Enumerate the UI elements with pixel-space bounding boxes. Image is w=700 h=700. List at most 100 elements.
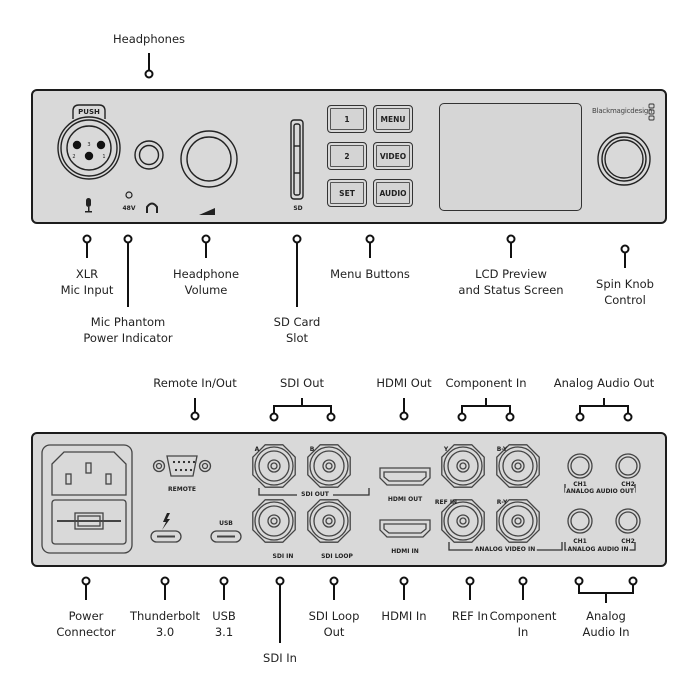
front-panel: PUSH 2 3 1 48V SD 1 MENU 2 VIDEO SET AUD… xyxy=(31,89,667,224)
label-component-in-top: Component In xyxy=(445,376,527,390)
callout-power-line xyxy=(81,576,91,600)
callout-refin-line xyxy=(465,576,475,600)
headphones-icon xyxy=(146,202,158,213)
ch2-in-label: CH2 xyxy=(621,538,635,545)
ch1-out-label: CH1 xyxy=(573,481,587,488)
sdi-in-bnc xyxy=(252,499,296,543)
ch2-out-label: CH2 xyxy=(621,481,635,488)
usb-label: USB xyxy=(219,520,233,527)
sdi-b-label: B xyxy=(309,446,315,453)
xlr-pin-label: 2 xyxy=(72,154,76,160)
button-set[interactable]: SET xyxy=(327,179,367,207)
label-sdi-in: SDI In xyxy=(263,651,297,665)
label-spin-knob: Spin Knob Control xyxy=(596,276,654,308)
headphone-volume-knob xyxy=(180,130,238,188)
callout-menu-line xyxy=(365,234,375,258)
analog-out-ch2-jack xyxy=(615,453,641,479)
label-line: Volume xyxy=(184,283,228,297)
hdmi-out-port xyxy=(379,467,431,486)
remote-db9-connector xyxy=(152,455,212,477)
label-remote: Remote In/Out xyxy=(153,376,237,390)
hdmi-in-port xyxy=(379,519,431,538)
button-1[interactable]: 1 xyxy=(327,105,367,133)
volume-ramp-icon xyxy=(199,208,215,215)
sd-label: SD xyxy=(293,205,303,212)
label-line: 3.0 xyxy=(155,625,175,639)
label-lcd-screen: LCD Preview and Status Screen xyxy=(458,266,563,298)
label-line: SDI Loop xyxy=(308,609,360,623)
label-line: LCD Preview xyxy=(475,267,547,281)
label-line: and Status Screen xyxy=(458,283,564,297)
callout-headphones-line xyxy=(144,53,154,79)
label-headphone-volume: Headphone Volume xyxy=(173,266,239,298)
hdmi-in-label: HDMI IN xyxy=(391,548,419,555)
ry-label: R-Y xyxy=(496,499,508,506)
label-component-in: Component In xyxy=(490,608,557,640)
label-thunderbolt: Thunderbolt 3.0 xyxy=(130,608,200,640)
ref-in-bnc xyxy=(441,499,485,543)
label-line: Spin Knob xyxy=(596,277,654,291)
label-line: In xyxy=(517,625,529,639)
microphone-icon xyxy=(85,198,92,213)
label-power-connector: Power Connector xyxy=(56,608,115,640)
button-audio[interactable]: AUDIO xyxy=(373,179,413,207)
label-headphones: Headphones xyxy=(112,32,186,46)
by-label: B-Y xyxy=(496,446,508,453)
rear-panel: REMOTE USB A B SDI OUT SDI IN SDI LOOP H… xyxy=(31,432,667,567)
label-line: 3.1 xyxy=(214,625,234,639)
analog-audio-out-label: ANALOG AUDIO OUT xyxy=(565,488,635,495)
callout-component-line xyxy=(461,398,511,416)
button-video[interactable]: VIDEO xyxy=(373,142,413,170)
label-sdi-out: SDI Out xyxy=(279,376,325,390)
label-usb: USB 3.1 xyxy=(212,608,236,640)
label-analog-audio-out: Analog Audio Out xyxy=(553,376,655,390)
label-line: Control xyxy=(604,293,646,307)
callout-sdiin-line xyxy=(275,576,285,643)
y-label: Y xyxy=(443,446,449,453)
label-line: Power xyxy=(68,609,104,623)
label-xlr-mic-input: XLR Mic Input xyxy=(61,266,114,298)
analog-in-ch1-jack xyxy=(567,508,593,534)
callout-remote-line xyxy=(190,398,200,421)
label-menu-buttons: Menu Buttons xyxy=(330,267,410,281)
callout-sd-line xyxy=(292,234,302,307)
label-line: SD Card xyxy=(273,315,321,329)
label-line: Power Indicator xyxy=(83,331,173,345)
lcd-screen xyxy=(439,103,582,211)
label-hdmi-out: HDMI Out xyxy=(376,376,432,390)
label-line: Mic Input xyxy=(60,283,114,297)
thunderbolt-icon xyxy=(162,513,170,530)
callout-thunderbolt-line xyxy=(160,576,170,600)
analog-in-ch2-jack xyxy=(615,508,641,534)
button-menu[interactable]: MENU xyxy=(373,105,413,133)
power-connector xyxy=(41,444,133,554)
callout-hdmiout-line xyxy=(399,398,409,421)
sd-card-slot xyxy=(290,119,304,200)
label-analog-audio-in: Analog Audio In xyxy=(582,608,629,640)
label-ref-in: REF In xyxy=(451,609,489,623)
callout-usb-line xyxy=(219,576,229,600)
label-line: Connector xyxy=(56,625,116,639)
label-line: USB xyxy=(212,609,236,623)
analog-out-ch1-jack xyxy=(567,453,593,479)
xlr-push-label: PUSH xyxy=(78,108,100,116)
label-hdmi-in: HDMI In xyxy=(381,609,427,623)
label-line: XLR xyxy=(75,267,99,281)
phantom-48v-label: 48V xyxy=(122,205,136,212)
analog-video-in-label: ANALOG VIDEO IN xyxy=(472,546,538,553)
callout-phantom-line xyxy=(123,234,133,307)
usb-c-port xyxy=(210,530,242,543)
xlr-pin-label: 3 xyxy=(87,142,91,148)
button-2[interactable]: 2 xyxy=(327,142,367,170)
sdi-a-label: A xyxy=(254,446,260,453)
label-line: Mic Phantom xyxy=(90,315,166,329)
xlr-pin-label: 1 xyxy=(102,154,106,160)
label-line: Thunderbolt xyxy=(129,609,201,623)
spin-knob xyxy=(597,132,651,186)
label-line: Slot xyxy=(285,331,309,345)
label-sd-card-slot: SD Card Slot xyxy=(274,314,321,346)
callout-analogout-line xyxy=(579,398,629,416)
brand-logo-text: Blackmagicdesign xyxy=(592,107,653,115)
component-ry-bnc xyxy=(496,499,540,543)
thunderbolt-port xyxy=(150,530,182,543)
